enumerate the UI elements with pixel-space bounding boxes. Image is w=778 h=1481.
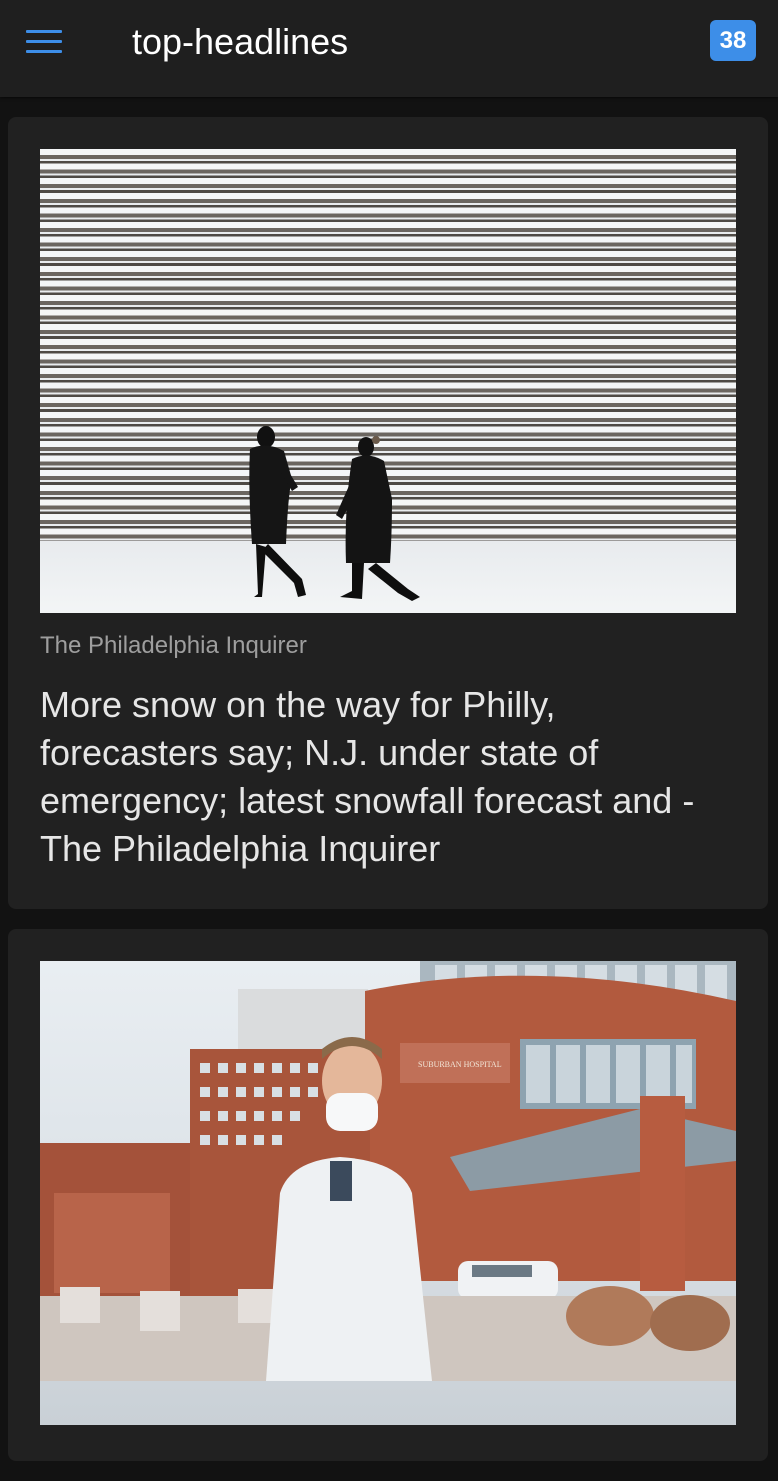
app-bar: top-headlines 38 <box>0 0 778 97</box>
article-card[interactable]: The Philadelphia Inquirer More snow on t… <box>8 117 768 909</box>
walkers-illustration <box>249 426 420 601</box>
hospital-sign-text: SUBURBAN HOSPITAL <box>418 1060 502 1069</box>
article-feed: The Philadelphia Inquirer More snow on t… <box>8 117 768 1481</box>
hospital-illustration: SUBURBAN HOSPITAL <box>40 961 736 1381</box>
article-source: The Philadelphia Inquirer <box>40 632 307 659</box>
article-image[interactable]: SUBURBAN HOSPITAL <box>40 961 736 1425</box>
article-image[interactable] <box>40 149 736 613</box>
page-title: top-headlines <box>132 21 349 62</box>
hamburger-menu-icon[interactable] <box>24 28 64 58</box>
article-card[interactable]: SUBURBAN HOSPITAL <box>8 929 768 1461</box>
article-headline[interactable]: More snow on the way for Philly, forecas… <box>40 681 736 873</box>
article-count-badge[interactable]: 38 <box>710 20 756 61</box>
